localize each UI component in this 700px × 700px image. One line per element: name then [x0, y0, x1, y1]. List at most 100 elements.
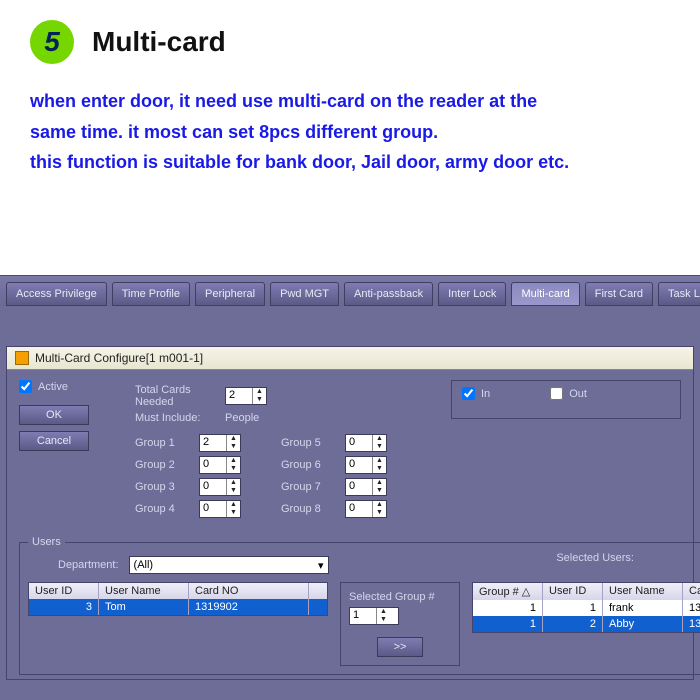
spinner-arrows[interactable]: ▲▼: [226, 435, 240, 451]
tab-peripheral[interactable]: Peripheral: [195, 282, 265, 306]
tab-bar: Access PrivilegeTime ProfilePeripheralPw…: [0, 276, 700, 306]
tab-anti-passback[interactable]: Anti-passback: [344, 282, 433, 306]
group-value: 0: [346, 479, 372, 495]
group-label: Group 1: [135, 437, 191, 449]
group-spinner[interactable]: 0▲▼: [345, 434, 387, 452]
group-spinner[interactable]: 0▲▼: [199, 500, 241, 518]
app-window: Access PrivilegeTime ProfilePeripheralPw…: [0, 275, 700, 700]
group-spinner[interactable]: 2▲▼: [199, 434, 241, 452]
group-label: Group 4: [135, 503, 191, 515]
dialog-titlebar[interactable]: Multi-Card Configure[1 m001-1]: [7, 347, 693, 370]
cell: 1: [543, 600, 603, 616]
active-checkbox[interactable]: Active: [19, 380, 119, 393]
group-value: 0: [346, 501, 372, 517]
table-row[interactable]: 12Abby1319901: [473, 616, 700, 632]
tab-access-privilege[interactable]: Access Privilege: [6, 282, 107, 306]
selected-group-label: Selected Group #: [349, 591, 451, 603]
group-spinner[interactable]: 0▲▼: [199, 456, 241, 474]
selected-group-value: 1: [350, 608, 376, 624]
department-label: Department:: [58, 559, 119, 571]
spinner-arrows[interactable]: ▲▼: [252, 388, 266, 404]
group-value: 0: [346, 435, 372, 451]
selected-users-table[interactable]: Group # △User IDUser NameCard NO11frank1…: [472, 582, 700, 633]
group-value: 0: [200, 479, 226, 495]
users-fieldset: Users Department: (All) ▾ Selected Users…: [19, 536, 700, 675]
tab-pwd-mgt[interactable]: Pwd MGT: [270, 282, 339, 306]
active-label: Active: [38, 381, 68, 393]
group-label: Group 6: [281, 459, 337, 471]
selected-group-panel: Selected Group # 1 ▲▼ >>: [340, 582, 460, 666]
cell: 1319902: [189, 599, 309, 615]
col-header[interactable]: User Name: [99, 583, 189, 599]
group-spinner[interactable]: 0▲▼: [345, 500, 387, 518]
spinner-arrows[interactable]: ▲▼: [376, 608, 390, 624]
tab-inter-lock[interactable]: Inter Lock: [438, 282, 506, 306]
ok-button[interactable]: OK: [19, 405, 89, 425]
total-cards-value: 2: [226, 388, 252, 404]
department-value: (All): [134, 559, 154, 571]
desc-line: same time. it most can set 8pcs differen…: [30, 117, 678, 148]
group-label: Group 7: [281, 481, 337, 493]
group-value: 0: [346, 457, 372, 473]
spinner-arrows[interactable]: ▲▼: [226, 479, 240, 495]
dialog-icon: [15, 351, 29, 365]
multi-card-dialog: Multi-Card Configure[1 m001-1] Active OK…: [6, 346, 694, 680]
out-checkbox[interactable]: Out: [550, 387, 587, 400]
in-label: In: [481, 388, 490, 400]
desc-line: this function is suitable for bank door,…: [30, 147, 678, 178]
cell: 3: [29, 599, 99, 615]
col-header[interactable]: Group # △: [473, 583, 543, 600]
selected-group-spinner[interactable]: 1 ▲▼: [349, 607, 399, 625]
cell: 2: [543, 616, 603, 632]
cancel-button[interactable]: Cancel: [19, 431, 89, 451]
spinner-arrows[interactable]: ▲▼: [226, 457, 240, 473]
io-panel: In Out: [451, 380, 681, 419]
selected-users-label: Selected Users:: [556, 552, 700, 578]
cell: 1: [473, 616, 543, 632]
col-header[interactable]: Card NO: [683, 583, 700, 600]
page-description: when enter door, it need use multi-card …: [30, 86, 678, 178]
group-label: Group 2: [135, 459, 191, 471]
tab-first-card[interactable]: First Card: [585, 282, 653, 306]
spinner-arrows[interactable]: ▲▼: [226, 501, 240, 517]
dialog-title-text: Multi-Card Configure[1 m001-1]: [35, 351, 203, 365]
spinner-arrows[interactable]: ▲▼: [372, 501, 386, 517]
page-title: Multi-card: [92, 26, 226, 58]
move-right-button[interactable]: >>: [377, 637, 423, 657]
tab-multi-card[interactable]: Multi-card: [511, 282, 579, 306]
in-checkbox[interactable]: In: [462, 387, 490, 400]
spinner-arrows[interactable]: ▲▼: [372, 479, 386, 495]
cell: Tom: [99, 599, 189, 615]
col-header[interactable]: Card NO: [189, 583, 309, 599]
department-select[interactable]: (All) ▾: [129, 556, 329, 574]
step-badge: 5: [30, 20, 74, 64]
tab-task-list[interactable]: Task List: [658, 282, 700, 306]
total-cards-label: Total Cards Needed: [135, 384, 217, 408]
tab-time-profile[interactable]: Time Profile: [112, 282, 190, 306]
group-value: 0: [200, 457, 226, 473]
group-label: Group 5: [281, 437, 337, 449]
group-spinner[interactable]: 0▲▼: [345, 456, 387, 474]
users-table[interactable]: User IDUser NameCard NO3Tom1319902: [28, 582, 328, 616]
col-header[interactable]: User ID: [29, 583, 99, 599]
col-header[interactable]: User ID: [543, 583, 603, 600]
table-row[interactable]: 3Tom1319902: [29, 599, 327, 615]
spinner-arrows[interactable]: ▲▼: [372, 435, 386, 451]
people-label: People: [225, 412, 259, 424]
group-spinner[interactable]: 0▲▼: [345, 478, 387, 496]
active-check-input[interactable]: [19, 380, 32, 393]
table-row[interactable]: 11frank1319900: [473, 600, 700, 616]
col-header[interactable]: User Name: [603, 583, 683, 600]
group-spinner[interactable]: 0▲▼: [199, 478, 241, 496]
out-label: Out: [569, 388, 587, 400]
group-value: 0: [200, 501, 226, 517]
out-check-input[interactable]: [550, 387, 563, 400]
total-cards-spinner[interactable]: 2 ▲▼: [225, 387, 267, 405]
in-check-input[interactable]: [462, 387, 475, 400]
chevron-down-icon: ▾: [318, 559, 324, 572]
cell: 1: [473, 600, 543, 616]
cell: Abby: [603, 616, 683, 632]
desc-line: when enter door, it need use multi-card …: [30, 86, 678, 117]
spinner-arrows[interactable]: ▲▼: [372, 457, 386, 473]
group-label: Group 8: [281, 503, 337, 515]
